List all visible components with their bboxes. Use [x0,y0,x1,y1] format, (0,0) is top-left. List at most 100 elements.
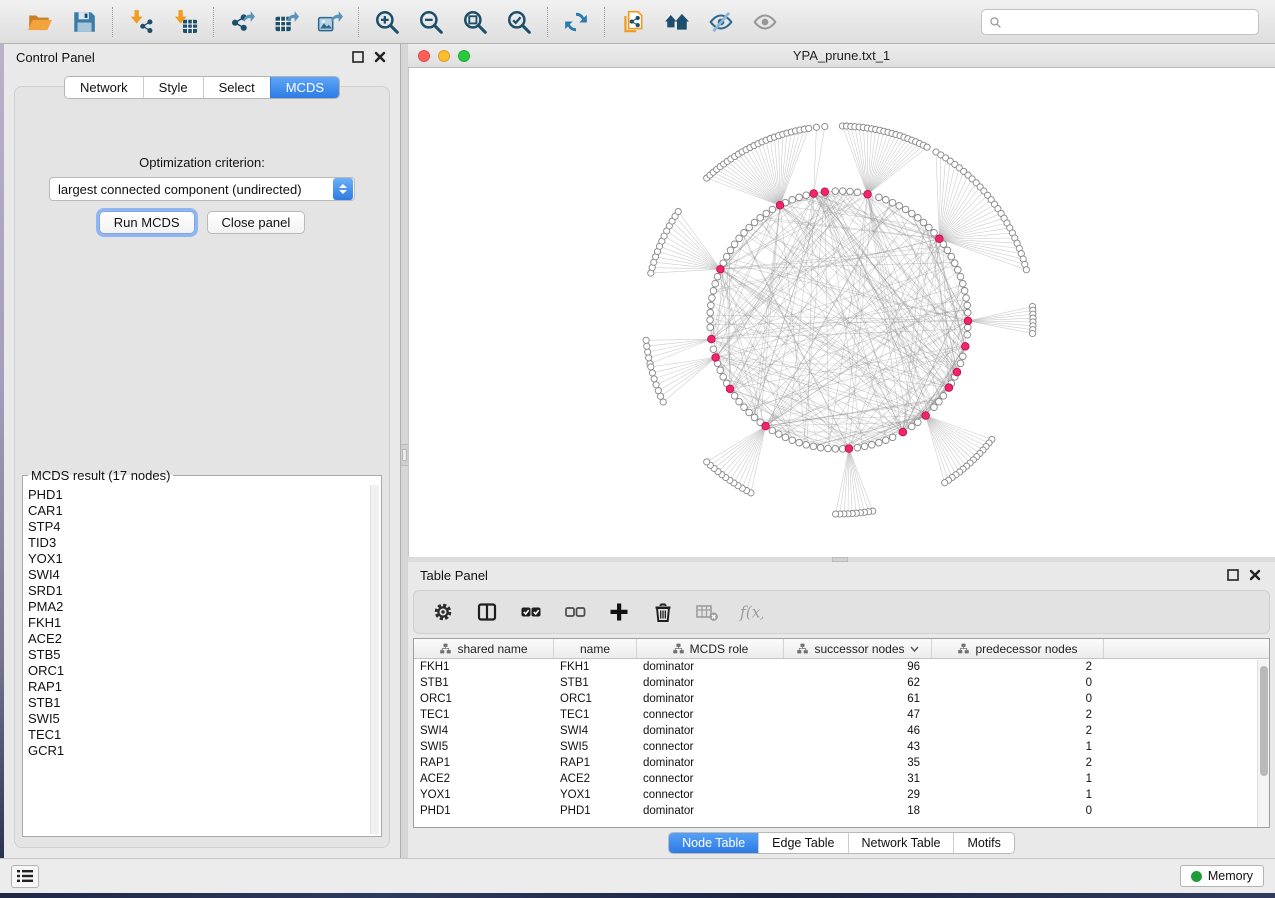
vertical-splitter[interactable] [401,44,408,858]
network-hub-node[interactable] [964,317,972,325]
zoom-selected-icon[interactable] [504,7,534,37]
network-node[interactable] [964,302,971,309]
network-leaf-node[interactable] [655,388,661,394]
mcds-result-item[interactable]: SWI4 [28,567,369,583]
tab-edge-table[interactable]: Edge Table [758,833,847,853]
table-row[interactable]: STB1STB1dominator620 [414,675,1269,691]
network-node[interactable] [832,188,839,195]
network-node[interactable] [926,224,933,231]
zoom-fit-icon[interactable] [460,7,490,37]
home-icon[interactable] [662,7,692,37]
network-node[interactable] [883,197,890,204]
network-hub-node[interactable] [845,445,853,453]
network-leaf-node[interactable] [660,399,666,405]
column-header-shared-name[interactable]: shared name [414,639,554,658]
network-node[interactable] [944,247,951,254]
network-leaf-node[interactable] [806,125,812,131]
network-leaf-node[interactable] [651,376,657,382]
network-leaf-node[interactable] [822,123,828,129]
network-node[interactable] [957,360,964,367]
network-node[interactable] [861,443,868,450]
import-network-icon[interactable] [126,7,156,37]
network-node[interactable] [717,367,724,374]
network-node[interactable] [763,210,770,217]
network-node[interactable] [751,414,758,421]
network-node[interactable] [796,194,803,201]
network-node[interactable] [741,230,748,237]
tab-network-table[interactable]: Network Table [848,833,954,853]
network-node[interactable] [936,398,943,405]
network-node[interactable] [796,439,803,446]
mcds-result-item[interactable]: PHD1 [28,487,369,503]
close-panel-button[interactable]: Close panel [207,211,306,234]
network-node[interactable] [931,230,938,237]
network-node[interactable] [710,288,717,295]
network-node[interactable] [825,445,832,452]
minimize-window-icon[interactable] [438,50,450,62]
close-table-panel-icon[interactable] [1249,568,1263,582]
memory-button[interactable]: Memory [1180,865,1264,887]
network-node[interactable] [909,210,916,217]
network-hub-node[interactable] [708,335,716,343]
deselect-all-icon[interactable] [562,599,588,625]
network-hub-node[interactable] [821,188,829,196]
network-node[interactable] [803,192,810,199]
network-leaf-node[interactable] [704,459,710,465]
table-row[interactable]: RAP1RAP1dominator352 [414,755,1269,771]
save-icon[interactable] [69,7,99,37]
search-input[interactable] [1007,15,1251,30]
network-node[interactable] [832,446,839,453]
mcds-result-item[interactable]: TID3 [28,535,369,551]
mcds-result-item[interactable]: TEC1 [28,727,369,743]
network-node[interactable] [757,215,764,222]
select-all-icon[interactable] [518,599,544,625]
network-node[interactable] [746,224,753,231]
network-hub-node[interactable] [762,422,770,430]
network-node[interactable] [960,353,967,360]
network-node[interactable] [854,189,861,196]
network-leaf-node[interactable] [644,343,650,349]
import-table-icon[interactable] [170,7,200,37]
network-node[interactable] [889,199,896,206]
network-leaf-node[interactable] [833,511,839,517]
network-hub-node[interactable] [945,384,953,392]
mcds-result-item[interactable]: RAP1 [28,679,369,695]
network-hub-node[interactable] [953,368,961,376]
float-table-panel-icon[interactable] [1227,568,1241,582]
zoom-out-icon[interactable] [416,7,446,37]
network-node[interactable] [931,404,938,411]
network-node[interactable] [736,235,743,242]
network-node[interactable] [920,219,927,226]
mcds-result-item[interactable]: STB5 [28,647,369,663]
tab-motifs[interactable]: Motifs [953,833,1013,853]
network-node[interactable] [955,267,962,274]
run-mcds-button[interactable]: Run MCDS [99,211,195,234]
network-node[interactable] [712,280,719,287]
mcds-result-item[interactable]: GCR1 [28,743,369,759]
tab-style[interactable]: Style [143,77,203,98]
refresh-icon[interactable] [561,7,591,37]
network-node[interactable] [707,309,714,316]
network-node[interactable] [720,374,727,381]
network-hub-node[interactable] [936,235,944,243]
optimization-criterion-select[interactable]: largest connected component (undirected) [49,177,355,201]
network-node[interactable] [803,442,810,449]
network-node[interactable] [817,444,824,451]
network-node[interactable] [709,295,716,302]
network-node[interactable] [896,203,903,210]
mcds-result-item[interactable]: PMA2 [28,599,369,615]
split-panel-icon[interactable] [474,599,500,625]
network-node[interactable] [909,423,916,430]
tab-select[interactable]: Select [203,77,270,98]
table-row[interactable]: PHD1PHD1dominator180 [414,803,1269,819]
network-node[interactable] [915,215,922,222]
export-network-icon[interactable] [227,7,257,37]
network-hub-node[interactable] [810,190,818,198]
clone-network-icon[interactable] [618,7,648,37]
export-table-icon[interactable] [271,7,301,37]
network-node[interactable] [736,398,743,405]
network-node[interactable] [708,302,715,309]
network-node[interactable] [854,444,861,451]
network-node[interactable] [869,442,876,449]
network-node[interactable] [776,431,783,438]
